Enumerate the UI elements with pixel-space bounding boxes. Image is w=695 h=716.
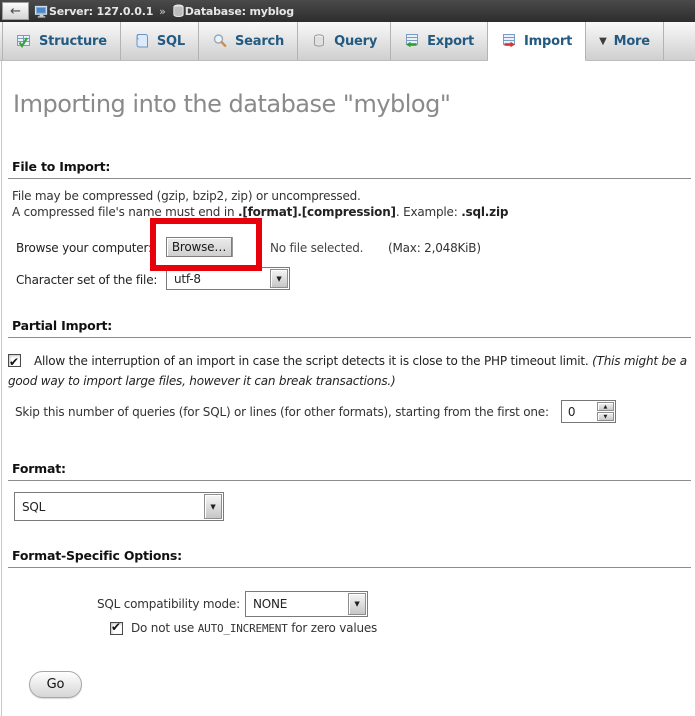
- charset-selected-value: utf-8: [167, 272, 269, 286]
- checkmark-icon: ✔: [9, 352, 19, 372]
- checkmark-icon: ✔: [111, 620, 121, 634]
- format-selected-value: SQL: [15, 500, 203, 514]
- phpmyadmin-import-page: ← Server: 127.0.0.1 » Database: myblog: [0, 0, 695, 716]
- section-heading-file-to-import: File to Import:: [8, 159, 691, 179]
- allow-interruption-row: ✔ Allow the interruption of an import in …: [8, 351, 690, 391]
- breadcrumb: ← Server: 127.0.0.1 » Database: myblog: [0, 0, 695, 22]
- skip-queries-stepper[interactable]: ▲ ▼: [561, 400, 616, 423]
- import-icon: [501, 33, 517, 49]
- browse-button[interactable]: Browse…: [166, 237, 232, 257]
- sql-compatibility-row: SQL compatibility mode:: [97, 591, 240, 617]
- query-icon: [311, 33, 327, 49]
- tab-label: SQL: [157, 34, 185, 49]
- charset-label: Character set of the file:: [16, 273, 157, 287]
- structure-icon: [16, 33, 32, 49]
- allow-interruption-label: Allow the interruption of an import in c…: [34, 354, 592, 368]
- breadcrumb-separator: »: [159, 5, 166, 18]
- tab-label: Export: [427, 34, 474, 49]
- no-file-selected-text: No file selected.: [270, 241, 363, 255]
- sql-compatibility-selected-value: NONE: [246, 597, 347, 611]
- auto-increment-checkbox[interactable]: ✔: [110, 622, 123, 635]
- tab-search[interactable]: Search: [199, 22, 298, 60]
- section-heading-format-specific-options: Format-Specific Options:: [8, 548, 691, 568]
- sql-compatibility-label: SQL compatibility mode:: [97, 591, 240, 617]
- database-icon: [172, 4, 185, 18]
- chevron-down-icon: ▼: [599, 36, 607, 47]
- allow-interruption-checkbox[interactable]: ✔: [8, 354, 21, 367]
- skip-queries-input[interactable]: [562, 401, 596, 422]
- dropdown-arrow-icon: ▼: [270, 269, 288, 288]
- tab-more[interactable]: ▼ More: [586, 22, 664, 60]
- file-info-line1: File may be compressed (gzip, bzip2, zip…: [12, 189, 361, 203]
- tab-label: Search: [235, 34, 284, 49]
- content-border: [1, 61, 2, 716]
- tab-export[interactable]: Export: [391, 22, 488, 60]
- auto-increment-label: Do not use AUTO_INCREMENT for zero value…: [131, 621, 377, 635]
- dropdown-arrow-icon: ▼: [348, 593, 366, 615]
- export-icon: [404, 33, 420, 49]
- charset-select[interactable]: utf-8 ▼: [166, 267, 290, 290]
- tab-structure[interactable]: Structure: [2, 22, 121, 60]
- tab-label: Import: [524, 34, 572, 49]
- tab-label: Structure: [39, 34, 107, 49]
- skip-queries-row: Skip this number of queries (for SQL) or…: [15, 400, 685, 423]
- spinner-up-button[interactable]: ▲: [597, 402, 614, 411]
- left-arrow-icon: ←: [10, 4, 21, 19]
- breadcrumb-database[interactable]: Database: myblog: [185, 5, 294, 18]
- browse-label: Browse your computer:: [16, 241, 152, 255]
- tab-label: Query: [334, 34, 377, 49]
- breadcrumb-server[interactable]: Server: 127.0.0.1: [49, 5, 153, 18]
- go-button[interactable]: Go: [29, 671, 82, 698]
- page-title: Importing into the database "myblog": [13, 90, 450, 118]
- dropdown-arrow-icon: ▼: [204, 494, 222, 519]
- tab-label: More: [614, 34, 650, 49]
- tab-bar: Structure SQL Search: [0, 22, 695, 61]
- search-icon: [212, 33, 228, 49]
- section-heading-format: Format:: [8, 461, 691, 481]
- format-select[interactable]: SQL ▼: [14, 492, 224, 521]
- sql-compatibility-select[interactable]: NONE ▼: [245, 591, 368, 617]
- max-size-text: (Max: 2,048KiB): [388, 241, 481, 255]
- skip-queries-label: Skip this number of queries (for SQL) or…: [15, 405, 549, 419]
- server-icon: [34, 4, 49, 19]
- file-info-line2: A compressed file's name must end in .[f…: [12, 205, 508, 219]
- auto-increment-row: ✔ Do not use AUTO_INCREMENT for zero val…: [110, 621, 377, 635]
- tab-query[interactable]: Query: [298, 22, 391, 60]
- sql-icon: [134, 33, 150, 49]
- tab-import[interactable]: Import: [488, 22, 586, 61]
- section-heading-partial-import: Partial Import:: [8, 318, 691, 338]
- back-button[interactable]: ←: [2, 2, 29, 20]
- tab-sql[interactable]: SQL: [121, 22, 199, 60]
- spinner-down-button[interactable]: ▼: [597, 412, 614, 421]
